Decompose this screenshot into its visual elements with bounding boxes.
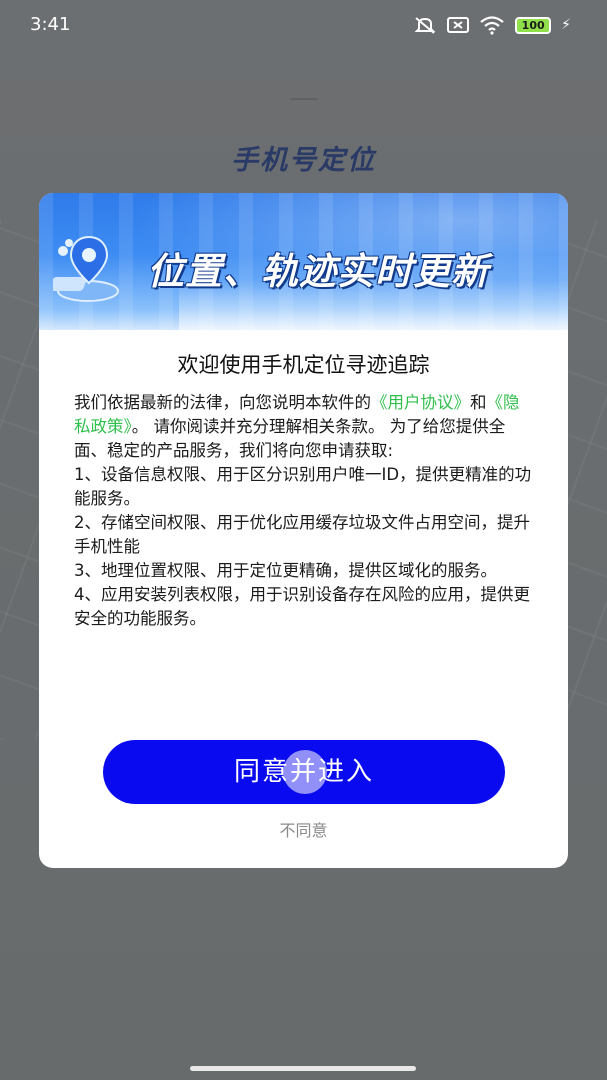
location-pin-icon — [53, 235, 119, 302]
intro-and: 和 — [470, 393, 487, 412]
home-indicator[interactable] — [190, 1066, 416, 1071]
status-bar: 3:41 100 ⚡ — [0, 0, 607, 50]
permission-item: 4、应用安装列表权限，用于识别设备存在风险的应用，提供更安全的功能服务。 — [74, 585, 530, 628]
user-agreement-link[interactable]: 《用户协议》 — [371, 393, 470, 412]
dialog-body: 我们依据最新的法律，向您说明本软件的《用户协议》和《隐私政策》。 请你阅读并充分… — [74, 391, 534, 631]
permission-item: 1、设备信息权限、用于区分识别用户唯一ID，提供更精准的功能服务。 — [74, 465, 532, 508]
dialog-title: 欢迎使用手机定位寻迹追踪 — [177, 353, 430, 377]
intro-paragraph: 我们依据最新的法律，向您说明本软件的《用户协议》和《隐私政策》。 请你阅读并充分… — [74, 391, 534, 463]
battery-icon: 100 — [515, 16, 552, 34]
background-title: 手机号定位 — [231, 145, 376, 176]
permission-item: 2、存储空间权限、用于优化应用缓存垃圾文件占用空间，提升手机性能 — [74, 513, 530, 556]
charging-icon: ⚡ — [561, 17, 571, 33]
privacy-dialog: 位置、轨迹实时更新 欢迎使用手机定位寻迹追踪 我们依据最新的法律，向您说明本软件… — [39, 193, 568, 868]
dialog-banner: 位置、轨迹实时更新 — [39, 193, 568, 330]
intro-prefix: 我们依据最新的法律，向您说明本软件的 — [74, 393, 371, 412]
wifi-icon — [480, 16, 504, 35]
permission-item: 3、地理位置权限、用于定位更精确，提供区域化的服务。 — [74, 561, 497, 580]
sim-off-icon — [447, 17, 470, 33]
disagree-button[interactable]: 不同意 — [39, 817, 568, 841]
intro-suffix: 。 请你阅读并充分理解相关条款。 为了给您提供全面、稳定的产品服务，我们将向您申… — [74, 417, 506, 460]
mute-icon — [414, 17, 436, 34]
touch-indicator — [283, 750, 327, 794]
status-time: 3:41 — [30, 14, 71, 35]
status-icons: 100 ⚡ — [413, 14, 571, 36]
banner-text: 位置、轨迹实时更新 — [147, 250, 489, 293]
background-divider — [291, 98, 317, 100]
